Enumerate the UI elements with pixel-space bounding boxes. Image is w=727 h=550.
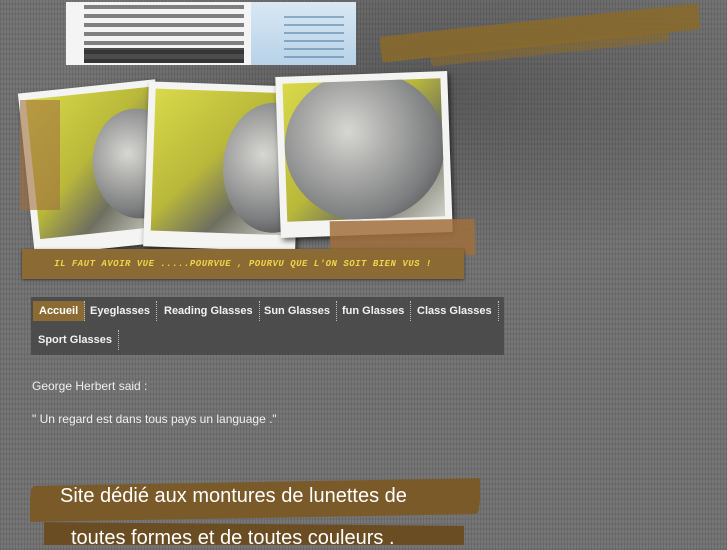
banner-headline-line1: Site dédié aux montures de lunettes de	[60, 485, 407, 507]
main-navigation: Accueil Eyeglasses Reading Glasses Sun G…	[31, 297, 504, 355]
site-logo[interactable]	[66, 2, 356, 65]
nav-item-class-glasses[interactable]: Class Glasses	[411, 301, 499, 321]
nav-item-sun-glasses[interactable]: Sun Glasses	[258, 301, 338, 321]
nav-item-reading-glasses[interactable]: Reading Glasses	[158, 301, 260, 321]
motto-text: IL FAUT AVOIR VUE .....POURVUE , POURVU …	[54, 259, 432, 269]
nav-item-eyeglasses[interactable]: Eyeglasses	[84, 301, 157, 321]
banner-headline-line2: toutes formes et de toutes couleurs .	[71, 527, 395, 549]
motto-banner: IL FAUT AVOIR VUE .....POURVUE , POURVU …	[22, 249, 464, 279]
header-photo-3	[275, 71, 453, 238]
nav-item-sport-glasses[interactable]: Sport Glasses	[32, 330, 119, 350]
tape-decoration	[20, 100, 60, 210]
nav-item-fun-glasses[interactable]: fun Glasses	[336, 301, 412, 321]
quote-text: " Un regard est dans tous pays un langua…	[32, 412, 277, 426]
quote-author: George Herbert said :	[32, 379, 148, 393]
nav-item-accueil[interactable]: Accueil	[33, 301, 86, 321]
